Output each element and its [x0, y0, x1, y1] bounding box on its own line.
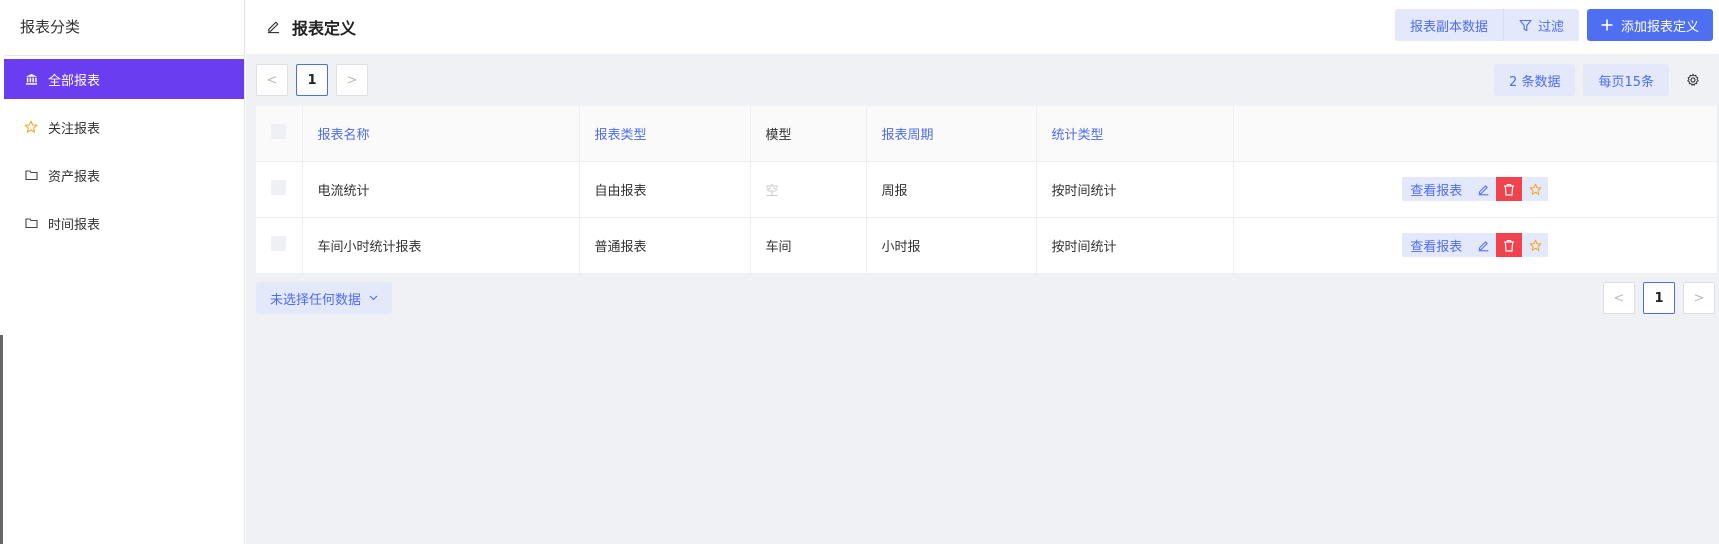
trash-icon — [1504, 239, 1515, 252]
next-page-button[interactable]: > — [1683, 282, 1715, 314]
column-header-stat-type[interactable]: 统计类型 — [1036, 106, 1234, 162]
page-number-button[interactable]: 1 — [1643, 282, 1675, 314]
bank-icon — [24, 72, 38, 86]
cell-row-actions: 查看报表 — [1233, 217, 1718, 274]
header-actions: 报表副本数据 过滤 添加报表定义 — [1394, 9, 1713, 41]
table-toolbar: < 1 > 2 条数据 每页15条 — [256, 64, 1709, 96]
row-checkbox-cell[interactable] — [256, 217, 303, 274]
star-icon — [1529, 183, 1542, 195]
plus-icon — [1601, 19, 1613, 31]
filter-icon — [1519, 19, 1532, 32]
report-copy-data-button[interactable]: 报表副本数据 — [1394, 9, 1503, 41]
edit-row-button[interactable] — [1470, 177, 1497, 201]
star-icon — [1529, 239, 1542, 251]
view-report-button[interactable]: 查看报表 — [1402, 177, 1471, 201]
next-page-button[interactable]: > — [336, 64, 368, 96]
edit-row-button[interactable] — [1470, 233, 1497, 257]
per-page-selector[interactable]: 每页15条 — [1583, 64, 1669, 96]
add-report-definition-button[interactable]: 添加报表定义 — [1586, 9, 1713, 41]
window-scrollbar[interactable] — [0, 335, 3, 544]
view-report-button[interactable]: 查看报表 — [1402, 233, 1471, 257]
page-number-button[interactable]: 1 — [296, 64, 328, 96]
cell-stat-type: 按时间统计 — [1036, 217, 1234, 274]
chevron-down-icon — [369, 295, 378, 301]
bottom-pagination: < 1 > — [1595, 282, 1715, 314]
trash-icon — [1504, 183, 1515, 196]
table-header-row: 报表名称 报表类型 模型 报表周期 统计类型 — [256, 106, 1718, 162]
folder-icon — [24, 168, 38, 182]
record-count-badge: 2 条数据 — [1494, 64, 1576, 96]
cell-report-name: 电流统计 — [302, 161, 580, 218]
sidebar-title: 报表分类 — [4, 0, 244, 56]
cell-report-period: 周报 — [866, 161, 1037, 218]
sidebar-item-followed-reports[interactable]: 关注报表 — [4, 107, 244, 147]
button-label: 过滤 — [1537, 19, 1564, 35]
column-header-actions — [1233, 106, 1718, 162]
column-header-report-period[interactable]: 报表周期 — [866, 106, 1037, 162]
button-label: 添加报表定义 — [1620, 19, 1699, 35]
filter-button[interactable]: 过滤 — [1502, 9, 1579, 41]
delete-row-button[interactable] — [1496, 177, 1523, 201]
table-footer: 未选择任何数据 < 1 > — [256, 282, 1715, 314]
sidebar-item-label: 时间报表 — [48, 217, 101, 233]
prev-page-button[interactable]: < — [1603, 282, 1635, 314]
favorite-row-button[interactable] — [1522, 233, 1549, 257]
page-header: 报表定义 报表副本数据 过滤 添加报表定义 — [246, 0, 1719, 54]
main-content: 报表定义 报表副本数据 过滤 添加报表定义 < 1 > 2 条数据 每页15条 … — [246, 0, 1719, 544]
header-button-group: 报表副本数据 过滤 — [1394, 9, 1579, 41]
toolbar-right: 2 条数据 每页15条 — [1494, 64, 1709, 96]
row-checkbox[interactable] — [271, 179, 287, 195]
gear-icon[interactable] — [1677, 64, 1709, 96]
cell-report-type: 自由报表 — [579, 161, 751, 218]
cell-row-actions: 查看报表 — [1233, 161, 1718, 218]
cell-model: 空 — [750, 161, 867, 218]
sidebar-item-time-reports[interactable]: 时间报表 — [4, 203, 244, 243]
selection-label: 未选择任何数据 — [270, 292, 362, 308]
favorite-row-button[interactable] — [1522, 177, 1549, 201]
star-icon — [24, 120, 38, 134]
table-row: 电流统计 自由报表 空 周报 按时间统计 查看报表 — [256, 161, 1718, 218]
cell-report-name: 车间小时统计报表 — [302, 217, 580, 274]
row-checkbox[interactable] — [271, 235, 287, 251]
edit-icon — [1478, 240, 1489, 251]
report-table: 报表名称 报表类型 模型 报表周期 统计类型 电流统计 自由报表 空 周报 按时… — [256, 106, 1718, 274]
sidebar-item-label: 资产报表 — [48, 169, 101, 185]
row-action-group: 查看报表 — [1249, 233, 1703, 257]
selection-dropdown[interactable]: 未选择任何数据 — [256, 282, 393, 314]
edit-icon — [1478, 184, 1489, 195]
report-category-sidebar: 报表分类 全部报表 关注报表 资产报表 时间报表 — [4, 0, 245, 544]
cell-stat-type: 按时间统计 — [1036, 161, 1234, 218]
folder-icon — [24, 216, 38, 230]
sidebar-item-all-reports[interactable]: 全部报表 — [4, 59, 244, 99]
cell-report-type: 普通报表 — [579, 217, 751, 274]
row-action-group: 查看报表 — [1249, 177, 1703, 201]
button-label: 报表副本数据 — [1409, 19, 1488, 35]
table-row: 车间小时统计报表 普通报表 车间 小时报 按时间统计 查看报表 — [256, 217, 1718, 274]
top-pagination: < 1 > — [256, 64, 376, 96]
page-title: 报表定义 — [292, 19, 357, 38]
column-header-report-name[interactable]: 报表名称 — [302, 106, 580, 162]
cell-model: 车间 — [750, 217, 867, 274]
sidebar-item-label: 全部报表 — [48, 73, 101, 89]
delete-row-button[interactable] — [1496, 233, 1523, 257]
prev-page-button[interactable]: < — [256, 64, 288, 96]
sidebar-item-label: 关注报表 — [48, 121, 101, 137]
edit-icon — [266, 19, 282, 35]
row-checkbox-cell[interactable] — [256, 161, 303, 218]
column-header-report-type[interactable]: 报表类型 — [579, 106, 751, 162]
column-header-model: 模型 — [750, 106, 867, 162]
select-all-checkbox[interactable] — [271, 123, 287, 139]
cell-report-period: 小时报 — [866, 217, 1037, 274]
select-all-checkbox-cell[interactable] — [256, 106, 303, 162]
sidebar-item-asset-reports[interactable]: 资产报表 — [4, 155, 244, 195]
